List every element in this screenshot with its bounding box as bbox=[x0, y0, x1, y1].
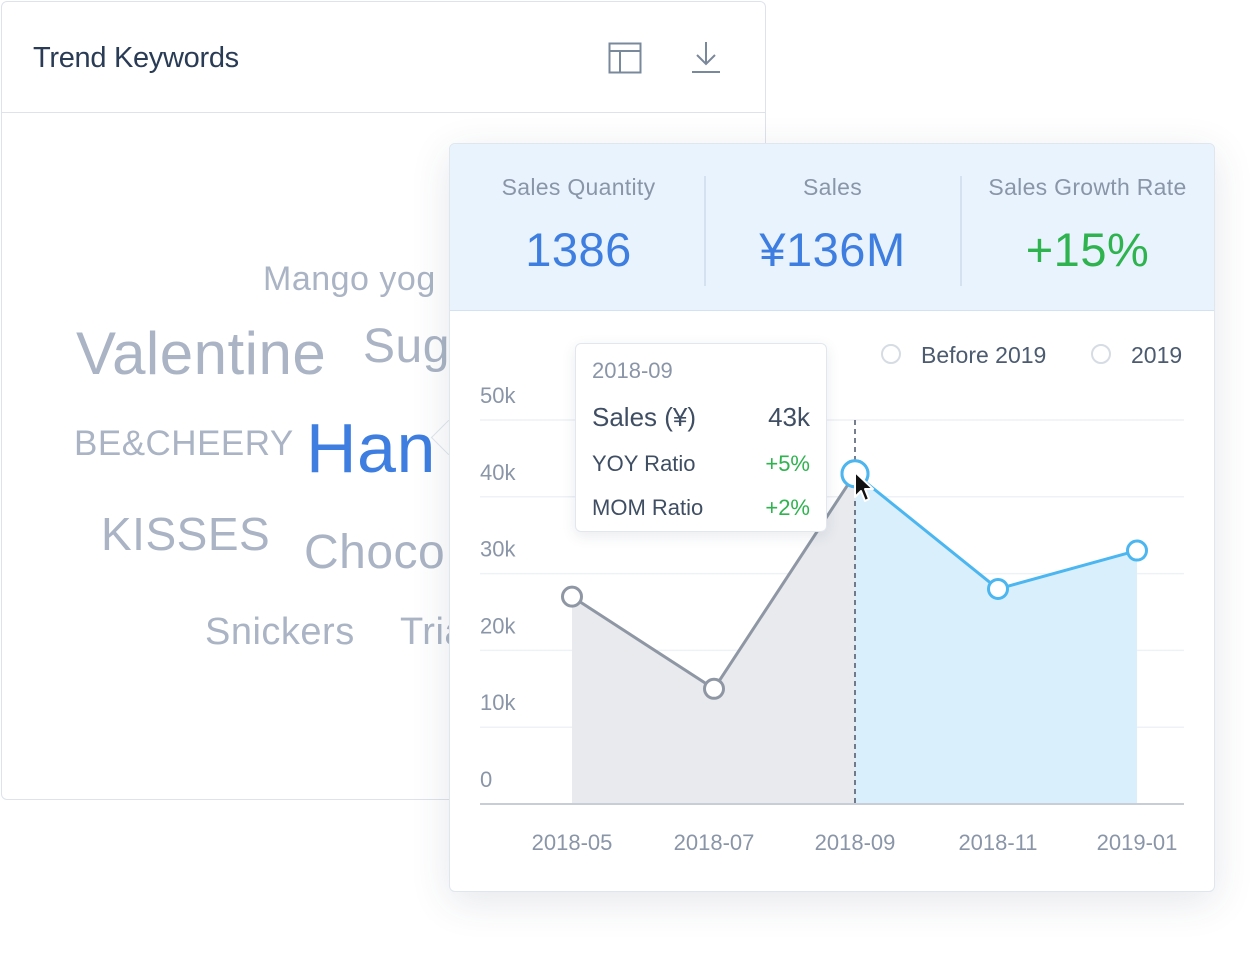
keyword[interactable]: Valentine bbox=[76, 324, 326, 384]
tooltip-row-value: +5% bbox=[765, 451, 810, 476]
tooltip-row-mom: MOM Ratio +2% bbox=[592, 495, 810, 525]
layout-icon[interactable] bbox=[607, 40, 643, 76]
keyword[interactable]: KISSES bbox=[101, 511, 270, 557]
legend-label: 2019 bbox=[1131, 342, 1183, 368]
tooltip-row-value: 43k bbox=[768, 402, 810, 432]
card-title: Trend Keywords bbox=[33, 42, 239, 74]
kpi-value: +15% bbox=[1025, 223, 1150, 276]
kpi-label: Sales Quantity bbox=[501, 174, 656, 200]
keyword[interactable]: Choco bbox=[304, 529, 445, 577]
download-icon[interactable] bbox=[688, 40, 724, 76]
chart-tooltip: 2018-09 Sales (¥) 43k YOY Ratio +5% MOM … bbox=[575, 343, 827, 532]
card-header: Trend Keywords bbox=[2, 2, 765, 113]
tooltip-row-label: YOY Ratio bbox=[592, 451, 696, 476]
kpi-sales-quantity: Sales Quantity 1386 bbox=[451, 144, 706, 310]
legend-label: Before 2019 bbox=[921, 342, 1047, 368]
kpi-sales: Sales ¥136M bbox=[705, 144, 960, 310]
kpi-label: Sales Growth Rate bbox=[988, 174, 1187, 200]
sales-detail-panel: Sales Quantity 1386 Sales ¥136M Sales Gr… bbox=[449, 143, 1215, 892]
keyword[interactable]: Snickers bbox=[205, 613, 355, 651]
tooltip-row-yoy: YOY Ratio +5% bbox=[592, 451, 810, 481]
keyword[interactable]: Sug bbox=[363, 323, 450, 371]
tooltip-row-sales: Sales (¥) 43k bbox=[592, 402, 810, 432]
tooltip-row-value: +2% bbox=[765, 495, 810, 520]
tooltip-date: 2018-09 bbox=[592, 358, 673, 383]
kpi-summary: Sales Quantity 1386 Sales ¥136M Sales Gr… bbox=[450, 144, 1214, 311]
kpi-sales-growth-rate: Sales Growth Rate +15% bbox=[960, 144, 1214, 310]
mouse-cursor-icon bbox=[854, 471, 874, 502]
kpi-label: Sales bbox=[802, 174, 863, 200]
kpi-value: ¥136M bbox=[759, 223, 906, 276]
keyword[interactable]: Mango yog bbox=[263, 262, 436, 296]
tooltip-row-label: Sales (¥) bbox=[592, 402, 697, 432]
tooltip-row-label: MOM Ratio bbox=[592, 495, 704, 520]
keyword[interactable]: BE&CHEERY bbox=[74, 426, 294, 461]
kpi-value: 1386 bbox=[525, 223, 632, 276]
keyword-highlighted[interactable]: Han bbox=[306, 413, 436, 483]
legend-radio-icon bbox=[1091, 344, 1111, 364]
legend-radio-icon bbox=[881, 344, 901, 364]
